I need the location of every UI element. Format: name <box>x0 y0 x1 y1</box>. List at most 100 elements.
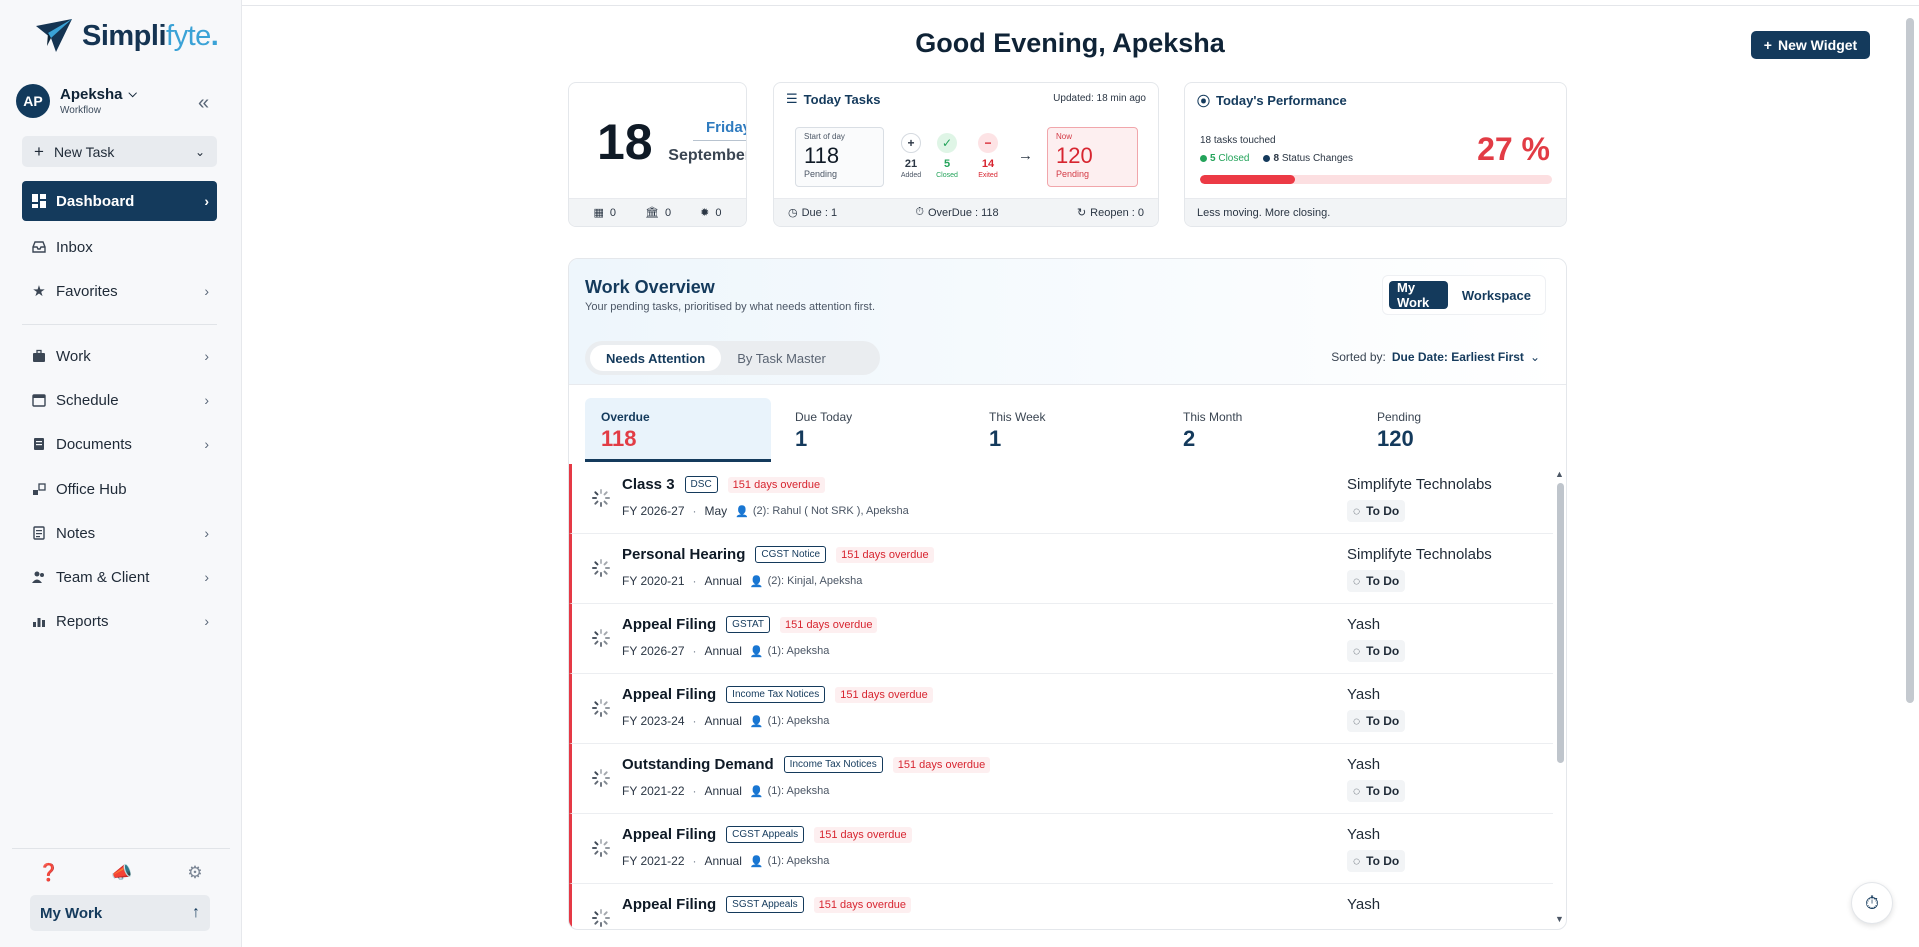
scroll-up-icon[interactable]: ▲ <box>1555 469 1564 479</box>
category-this-month[interactable]: This Month 2 <box>1167 398 1353 462</box>
overdue-badge: 151 days overdue <box>780 616 878 633</box>
toggle-workspace[interactable]: Workspace <box>1454 281 1539 309</box>
scroll-down-icon[interactable]: ▼ <box>1555 914 1564 924</box>
chevron-right-icon: › <box>204 392 209 408</box>
timer-fab-button[interactable]: ⏱ <box>1851 882 1893 924</box>
assignees: 👤 (1): Apeksha <box>749 785 830 798</box>
status-badge[interactable]: ◌ To Do <box>1347 640 1406 662</box>
todo-status-icon: ◌ <box>1353 504 1361 518</box>
sidebar-item-inbox[interactable]: Inbox <box>22 227 217 267</box>
sidebar-item-work[interactable]: Work › <box>22 336 217 376</box>
sidebar-item-label: Schedule <box>56 391 119 409</box>
sort-label: Sorted by: <box>1331 350 1386 364</box>
category-pending[interactable]: Pending 120 <box>1361 398 1547 462</box>
task-title[interactable]: Outstanding Demand <box>622 756 774 773</box>
exited-label: Exited <box>978 172 998 179</box>
separator-dot: · <box>692 784 697 798</box>
task-row[interactable]: Personal Hearing CGST Notice 151 days over… <box>569 534 1553 604</box>
tab-by-task-master[interactable]: By Task Master <box>721 345 842 371</box>
category-due-today[interactable]: Due Today 1 <box>779 398 965 462</box>
performance-progress-fill <box>1200 175 1296 184</box>
task-title[interactable]: Appeal Filing <box>622 896 716 913</box>
date-stat-holidays[interactable]: 🏛 0 <box>645 206 671 220</box>
building-icon: 🏛 <box>645 207 659 219</box>
sidebar-divider <box>22 324 217 325</box>
top-border <box>242 5 1919 6</box>
office-icon <box>30 482 48 496</box>
sidebar-item-favorites[interactable]: ★ Favorites › <box>22 271 217 311</box>
task-title[interactable]: Appeal Filing <box>622 686 716 703</box>
task-title-line: Appeal Filing Income Tax Notices 151 days … <box>622 686 933 703</box>
status-badge[interactable]: ◌ To Do <box>1347 780 1406 802</box>
page-scrollbar-thumb[interactable] <box>1906 18 1914 703</box>
chevron-right-icon: › <box>204 193 209 209</box>
todo-status-icon: ◌ <box>1353 854 1361 868</box>
sidebar-item-dashboard[interactable]: Dashboard › <box>22 181 217 221</box>
task-row[interactable]: Appeal Filing SGST Appeals 151 days overdu… <box>569 884 1553 929</box>
category-this-week[interactable]: This Week 1 <box>973 398 1159 462</box>
new-task-button[interactable]: + New Task ⌄ <box>22 136 217 167</box>
financial-year: FY 2021-22 <box>622 854 685 868</box>
sidebar-item-schedule[interactable]: Schedule › <box>22 380 217 420</box>
date-stat-alerts[interactable]: ✹ 0 <box>700 206 721 220</box>
updated-timestamp: Updated: 18 min ago <box>1053 93 1146 104</box>
task-title[interactable]: Appeal Filing <box>622 826 716 843</box>
collapse-sidebar-icon[interactable]: « <box>198 92 209 115</box>
page-title: Good Evening, Apeksha <box>915 28 1225 58</box>
tab-needs-attention[interactable]: Needs Attention <box>590 345 722 371</box>
profile-switcher[interactable]: AP Apeksha ⌵ Workflow <box>16 84 226 118</box>
client-name: Yash <box>1347 616 1381 633</box>
sidebar-item-reports[interactable]: Reports › <box>22 601 217 641</box>
task-title[interactable]: Appeal Filing <box>622 616 716 633</box>
client-name: Yash <box>1347 686 1381 703</box>
work-overview-subtitle: Your pending tasks, prioritised by what … <box>585 301 876 313</box>
task-row[interactable]: Class 3 DSC 151 days overdue FY 2026-27 · May… <box>569 464 1553 534</box>
sidebar: Simplifyte. AP Apeksha ⌵ Workflow « + New… <box>0 0 242 947</box>
task-title[interactable]: Personal Hearing <box>622 546 745 563</box>
status-badge[interactable]: ◌ To Do <box>1347 570 1406 592</box>
date-weekday: Friday <box>693 119 746 141</box>
notes-icon <box>30 526 48 540</box>
client-name: Simplifyte Technolabs <box>1347 546 1492 563</box>
financial-year: FY 2026-27 <box>622 644 685 658</box>
sidebar-item-team-client[interactable]: Team & Client › <box>22 557 217 597</box>
sidebar-item-notes[interactable]: Notes › <box>22 513 217 553</box>
todo-spinner-icon <box>592 839 610 857</box>
sort-dropdown[interactable]: Sorted by: Due Date: Earliest First ⌄ <box>1331 350 1540 364</box>
category-count: 118 <box>601 426 637 451</box>
help-icon[interactable]: ❓ <box>38 862 60 884</box>
status-badge[interactable]: ◌ To Do <box>1347 500 1406 522</box>
task-type-tag: Income Tax Notices <box>783 756 883 773</box>
overdue-stat[interactable]: ⏱ OverDue : 118 <box>915 206 998 219</box>
task-row[interactable]: Appeal Filing CGST Appeals 151 days overdu… <box>569 814 1553 884</box>
gear-icon[interactable]: ⚙ <box>184 862 206 884</box>
task-row[interactable]: Outstanding Demand Income Tax Notices 151 … <box>569 744 1553 814</box>
due-stat[interactable]: ◷ Due : 1 <box>788 206 837 220</box>
date-stat-tasks[interactable]: ▦ 0 <box>593 206 617 220</box>
scrollbar-thumb[interactable] <box>1557 483 1564 763</box>
overdue-badge: 151 days overdue <box>814 826 912 843</box>
announcement-icon[interactable]: 📣 <box>111 862 133 884</box>
sidebar-item-office-hub[interactable]: Office Hub <box>22 469 217 509</box>
status-badge[interactable]: ◌ To Do <box>1347 710 1406 732</box>
separator-dot: · <box>692 574 697 588</box>
reopen-stat[interactable]: ↻ Reopen : 0 <box>1077 206 1144 220</box>
grid-icon: ▦ <box>593 207 604 219</box>
user-icon: 👤 <box>735 505 749 518</box>
my-work-button[interactable]: My Work ↑ <box>30 895 210 931</box>
task-period: Annual <box>704 644 742 658</box>
sidebar-item-documents[interactable]: Documents › <box>22 424 217 464</box>
status-badge[interactable]: ◌ To Do <box>1347 850 1406 872</box>
new-widget-button[interactable]: + New Widget <box>1751 31 1870 59</box>
task-meta: FY 2021-22 · Annual 👤 (1): Apeksha <box>622 784 829 798</box>
task-row[interactable]: Appeal Filing GSTAT 151 days overdue FY 202… <box>569 604 1553 674</box>
now-label: Now <box>1056 132 1073 141</box>
toggle-my-work[interactable]: My Work <box>1389 280 1448 310</box>
brand-logo[interactable]: Simplifyte. <box>34 16 219 56</box>
overdue-badge: 151 days overdue <box>813 896 912 913</box>
task-list-scrollbar[interactable]: ▲ ▼ <box>1555 469 1565 924</box>
task-title[interactable]: Class 3 <box>622 476 675 493</box>
category-overdue[interactable]: Overdue 118 <box>585 398 771 462</box>
my-work-label: My Work <box>40 904 103 922</box>
task-row[interactable]: Appeal Filing Income Tax Notices 151 days … <box>569 674 1553 744</box>
